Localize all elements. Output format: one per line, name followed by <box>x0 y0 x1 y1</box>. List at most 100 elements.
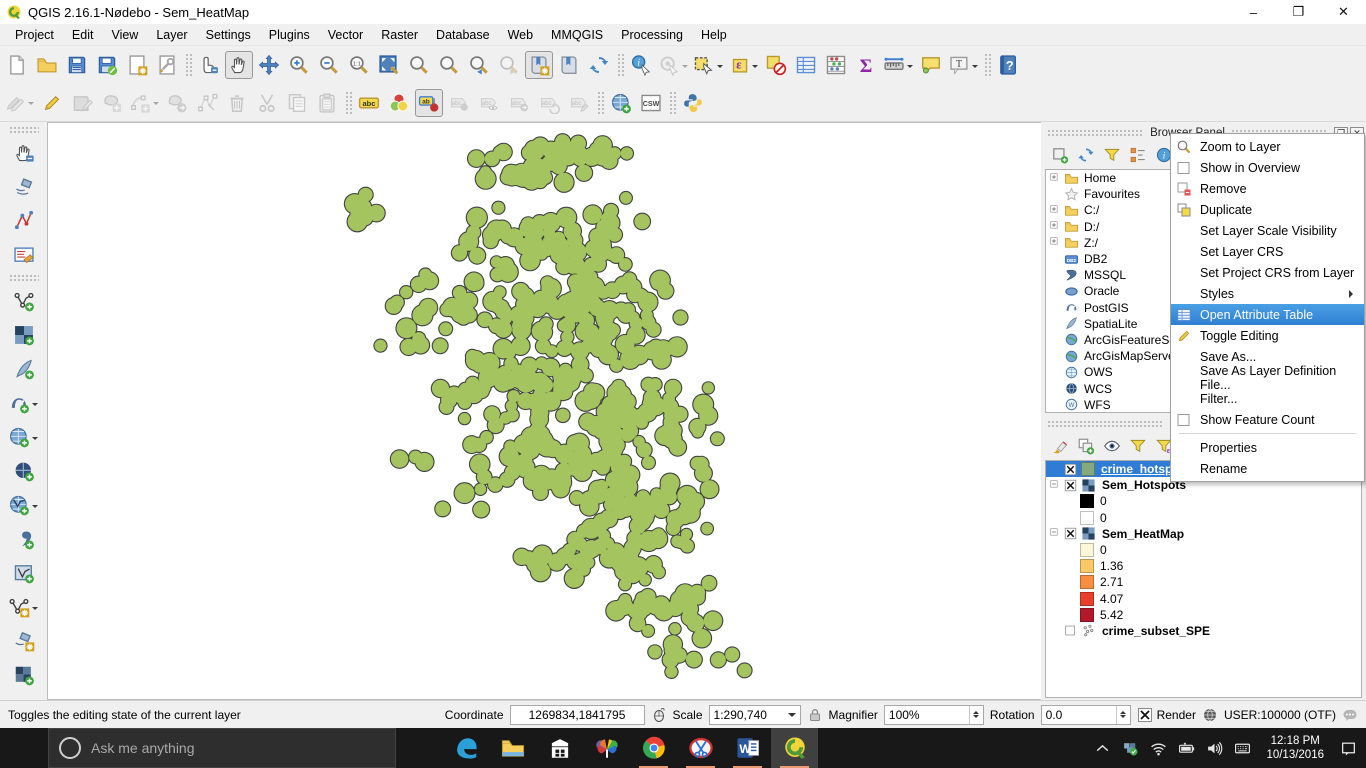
menu-item-web[interactable]: Web <box>499 25 542 45</box>
gps-information-button[interactable] <box>10 173 38 201</box>
new-composer-button[interactable] <box>123 51 151 79</box>
panel-drag-handle[interactable] <box>1047 129 1144 137</box>
refresh-browser-button[interactable] <box>1074 143 1098 167</box>
taskbar-app-nbc[interactable] <box>583 728 630 768</box>
task-view-button[interactable] <box>396 728 442 768</box>
context-menu-item-properties[interactable]: Properties <box>1171 437 1364 458</box>
composer-manager-button[interactable] <box>153 51 181 79</box>
identify-features-button[interactable]: i <box>627 51 655 79</box>
menu-item-database[interactable]: Database <box>427 25 499 45</box>
tray-sync-status[interactable] <box>1116 734 1144 762</box>
taskbar-app-chrome[interactable] <box>630 728 677 768</box>
dropdown-arrow-icon[interactable] <box>717 65 723 71</box>
zoom-to-layer-button[interactable] <box>435 51 463 79</box>
zoom-native-button[interactable]: 1:1 <box>345 51 373 79</box>
crs-globe-icon[interactable] <box>1202 707 1218 723</box>
context-menu-item-duplicate[interactable]: Duplicate <box>1171 199 1364 220</box>
taskbar-app-edge[interactable] <box>442 728 489 768</box>
layer-class-item[interactable]: 4.07 <box>1046 591 1361 607</box>
context-menu-item-styles[interactable]: Styles <box>1171 283 1364 304</box>
open-attribute-table-button[interactable] <box>792 51 820 79</box>
save-project-button[interactable] <box>63 51 91 79</box>
dropdown-arrow-icon[interactable] <box>32 505 38 511</box>
taskbar-app-file-explorer[interactable] <box>489 728 536 768</box>
rotation-spinbox[interactable]: 0.0 <box>1041 705 1131 725</box>
topology-checker-button[interactable] <box>10 207 38 235</box>
crs-status[interactable]: USER:100000 (OTF) <box>1224 708 1336 722</box>
context-menu-item-show-in-overview[interactable]: Show in Overview <box>1171 157 1364 178</box>
tray-volume[interactable] <box>1200 734 1228 762</box>
refresh-map-button[interactable] <box>585 51 613 79</box>
dropdown-arrow-icon[interactable] <box>32 403 38 409</box>
python-console-button[interactable] <box>679 89 707 117</box>
context-menu-item-save-as-layer-definition-file-[interactable]: Save As Layer Definition File... <box>1171 367 1364 388</box>
save-project-as-button[interactable] <box>93 51 121 79</box>
new-bookmark-button[interactable] <box>525 51 553 79</box>
dropdown-arrow-icon[interactable] <box>682 65 688 71</box>
render-checkbox[interactable]: Render <box>1137 707 1196 723</box>
touch-zoom-button[interactable] <box>195 51 223 79</box>
menu-item-layer[interactable]: Layer <box>147 25 196 45</box>
layer-class-item[interactable]: 0 <box>1046 510 1361 526</box>
layer-class-item[interactable]: 2.71 <box>1046 574 1361 590</box>
statistics-summary-button[interactable] <box>822 51 850 79</box>
action-center-button[interactable] <box>1334 734 1362 762</box>
add-selected-layers-button[interactable] <box>1048 143 1072 167</box>
select-by-expression-button[interactable]: ε <box>727 51 760 79</box>
layer-labeling-button[interactable]: abc <box>355 89 383 117</box>
coordinate-input[interactable]: 1269834,1841795 <box>510 705 645 725</box>
magnifier-spinbox[interactable]: 100% <box>884 705 984 725</box>
context-menu-item-show-feature-count[interactable]: Show Feature Count <box>1171 409 1364 430</box>
layer-class-item[interactable]: 0 <box>1046 493 1361 509</box>
tray-chevron-up[interactable] <box>1088 734 1116 762</box>
taskbar-app-windows-store[interactable] <box>536 728 583 768</box>
taskbar-clock[interactable]: 12:18 PM 10/13/2016 <box>1258 734 1332 762</box>
mouse-position-icon[interactable] <box>651 707 667 723</box>
menu-item-edit[interactable]: Edit <box>63 25 103 45</box>
deselect-all-button[interactable] <box>762 51 790 79</box>
add-db2-layer-button[interactable] <box>10 661 38 689</box>
menu-item-vector[interactable]: Vector <box>319 25 372 45</box>
new-gpx-layer-button[interactable] <box>10 627 38 655</box>
add-mssql-layer-button[interactable] <box>10 559 38 587</box>
menu-item-view[interactable]: View <box>102 25 147 45</box>
menu-item-processing[interactable]: Processing <box>612 25 692 45</box>
restore-button[interactable]: ❐ <box>1276 0 1321 24</box>
dropdown-arrow-icon[interactable] <box>153 102 159 108</box>
filter-legend-button[interactable] <box>1126 434 1150 458</box>
add-wms-layer-button[interactable] <box>7 423 40 451</box>
context-menu-item-filter-[interactable]: Filter... <box>1171 388 1364 409</box>
layer-class-item[interactable]: 1.36 <box>1046 558 1361 574</box>
add-web-service-button[interactable] <box>607 89 635 117</box>
layer-visibility-checkbox[interactable] <box>1064 479 1077 492</box>
scale-lock-icon[interactable] <box>807 707 823 723</box>
new-shapefile-layer-button[interactable] <box>7 593 40 621</box>
filter-browser-button[interactable] <box>1100 143 1124 167</box>
toggle-editing-button[interactable] <box>38 89 66 117</box>
layer-class-item[interactable]: 5.42 <box>1046 607 1361 623</box>
layer-class-item[interactable]: 0 <box>1046 542 1361 558</box>
context-menu-item-remove[interactable]: Remove <box>1171 178 1364 199</box>
menu-item-settings[interactable]: Settings <box>197 25 260 45</box>
new-project-button[interactable] <box>3 51 31 79</box>
add-group-button[interactable] <box>1074 434 1098 458</box>
select-features-button[interactable] <box>692 51 725 79</box>
menu-item-plugins[interactable]: Plugins <box>260 25 319 45</box>
dropdown-arrow-icon[interactable] <box>972 65 978 71</box>
tray-wifi[interactable] <box>1144 734 1172 762</box>
open-layer-styling-button[interactable] <box>1048 434 1072 458</box>
coordinate-capture-button[interactable] <box>10 139 38 167</box>
dropdown-arrow-icon[interactable] <box>28 102 34 108</box>
measure-line-button[interactable] <box>882 51 915 79</box>
zoom-full-button[interactable] <box>375 51 403 79</box>
layer-styling-options-button[interactable] <box>385 89 413 117</box>
zoom-in-button[interactable] <box>285 51 313 79</box>
tray-battery[interactable] <box>1172 734 1200 762</box>
dropdown-arrow-icon[interactable] <box>32 437 38 443</box>
layer-item-crime_subset_spe[interactable]: crime_subset_SPE <box>1046 623 1361 639</box>
pin-labels-button[interactable]: ab <box>415 89 443 117</box>
close-button[interactable]: ✕ <box>1321 0 1366 24</box>
menu-item-project[interactable]: Project <box>6 25 63 45</box>
add-wcs-layer-button[interactable] <box>10 457 38 485</box>
context-menu-item-zoom-to-layer[interactable]: Zoom to Layer <box>1171 136 1364 157</box>
